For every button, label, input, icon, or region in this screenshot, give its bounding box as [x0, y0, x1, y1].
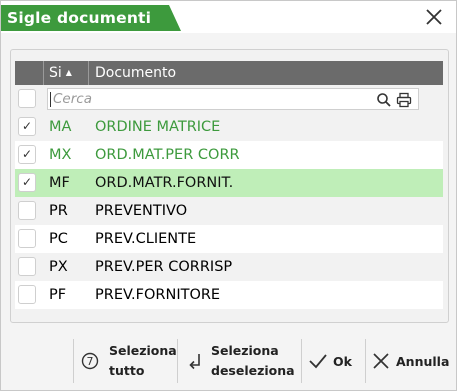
search-input[interactable]: Cerca: [47, 88, 419, 110]
row-code: PF: [49, 287, 67, 303]
header-documento-label: Documento: [95, 65, 177, 81]
row-code: MF: [49, 175, 70, 191]
sort-ascending-icon: ▲: [65, 68, 72, 77]
search-placeholder: Cerca: [53, 91, 92, 107]
header-si-label: Si: [49, 65, 62, 81]
row-checkbox-checked[interactable]: ✓: [18, 117, 36, 136]
select-all-icon-glyph: 7: [87, 355, 94, 368]
printer-icon[interactable]: [396, 92, 412, 108]
ok-label: Ok: [333, 354, 352, 369]
row-code: PC: [49, 231, 68, 247]
toolbar-divider: [365, 339, 366, 383]
dialog-title: Sigle documenti: [1, 5, 181, 31]
table-row[interactable]: PR PREVENTIVO: [15, 197, 443, 225]
row-description: ORD.MAT.PER CORR: [95, 147, 240, 163]
select-all-button[interactable]: 7 Seleziona tutto: [79, 337, 177, 385]
close-icon: [426, 9, 442, 25]
cancel-button[interactable]: Annulla: [369, 337, 453, 385]
cancel-label: Annulla: [396, 354, 450, 369]
table-row[interactable]: PC PREV.CLIENTE: [15, 225, 443, 253]
row-code: MA: [49, 119, 72, 135]
table-row[interactable]: PF PREV.FORNITORE: [15, 281, 443, 309]
table-row-selected[interactable]: ✓ MF ORD.MATR.FORNIT.: [15, 169, 443, 197]
row-description: PREV.CLIENTE: [95, 231, 197, 247]
search-icon[interactable]: [376, 92, 392, 108]
deselect-label-line1: Seleziona: [211, 343, 279, 358]
return-arrow-icon: [189, 354, 200, 370]
select-all-label-line1: Seleziona: [109, 343, 177, 358]
row-description: PREV.PER CORRISP: [95, 259, 233, 275]
sigle-documenti-dialog: Sigle documenti Si ▲ Documento Cerca ✓ M…: [0, 0, 457, 391]
search-row-checkbox[interactable]: [18, 89, 36, 108]
deselect-label-line2: deseleziona: [211, 363, 295, 378]
deselect-all-button[interactable]: Seleziona deseleziona: [183, 337, 299, 385]
row-description: ORD.MATR.FORNIT.: [95, 175, 234, 191]
toolbar-divider: [73, 339, 74, 383]
title-bar: Sigle documenti: [1, 1, 456, 33]
search-actions: [376, 91, 414, 109]
row-description: PREV.FORNITORE: [95, 287, 221, 303]
close-button[interactable]: [424, 7, 444, 27]
documents-grid: Si ▲ Documento Cerca ✓ MA ORDINE MATRICE…: [15, 61, 443, 309]
text-caret: [50, 92, 51, 107]
ok-button[interactable]: Ok: [305, 337, 359, 385]
header-select-column[interactable]: [15, 61, 44, 85]
close-icon: [373, 353, 389, 369]
toolbar-divider: [301, 339, 302, 383]
search-row: Cerca: [15, 85, 443, 113]
checkmark-icon: [309, 354, 327, 369]
table-row[interactable]: PX PREV.PER CORRISP: [15, 253, 443, 281]
grid-panel: Si ▲ Documento Cerca ✓ MA ORDINE MATRICE…: [10, 49, 449, 323]
bottom-toolbar: 7 Seleziona tutto Seleziona deseleziona …: [1, 329, 456, 390]
row-checkbox[interactable]: [18, 201, 36, 220]
row-code: PX: [49, 259, 68, 275]
toolbar-divider: [177, 339, 178, 383]
table-row[interactable]: ✓ MA ORDINE MATRICE: [15, 113, 443, 141]
grid-header: Si ▲ Documento: [15, 61, 443, 85]
table-row[interactable]: ✓ MX ORD.MAT.PER CORR: [15, 141, 443, 169]
row-description: ORDINE MATRICE: [95, 119, 221, 135]
row-code: PR: [49, 203, 68, 219]
row-checkbox-checked[interactable]: ✓: [18, 173, 36, 192]
select-all-label-line2: tutto: [109, 363, 145, 378]
row-checkbox[interactable]: [18, 257, 36, 276]
row-checkbox[interactable]: [18, 229, 36, 248]
select-all-icon: 7: [81, 352, 99, 370]
row-description: PREVENTIVO: [95, 203, 188, 219]
header-si-column[interactable]: Si ▲: [45, 61, 89, 85]
header-documento-column[interactable]: Documento: [91, 61, 176, 85]
row-checkbox[interactable]: [18, 285, 36, 304]
row-checkbox-checked[interactable]: ✓: [18, 145, 36, 164]
row-code: MX: [49, 147, 72, 163]
